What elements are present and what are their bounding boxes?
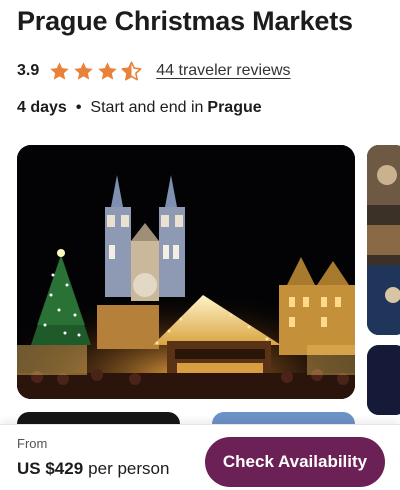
side-photo-bottom[interactable] <box>367 345 400 415</box>
side-photo-top[interactable] <box>367 145 400 335</box>
star-icon <box>98 61 117 80</box>
page-title: Prague Christmas Markets <box>17 6 353 36</box>
rating-row: 3.9 44 traveler reviews <box>17 58 291 84</box>
christmas-market-photo <box>367 145 400 335</box>
photo-gallery[interactable] <box>0 145 400 415</box>
reviews-link[interactable]: 44 traveler reviews <box>156 62 290 80</box>
booking-bar: From US $429 per person Check Availabilit… <box>0 424 400 490</box>
rating-value: 3.9 <box>17 62 40 79</box>
start-end-city: Prague <box>207 99 262 116</box>
star-icon <box>50 61 69 80</box>
star-half-icon <box>121 61 142 80</box>
start-end-label: Start and end in <box>90 99 204 116</box>
check-availability-button[interactable]: Check Availability <box>205 437 385 487</box>
star-icon <box>74 61 93 80</box>
night-photo <box>367 345 400 415</box>
prague-christmas-market-photo <box>17 145 355 399</box>
trip-summary: 4 days • Start and end in Prague <box>17 99 262 117</box>
from-label: From <box>17 436 48 451</box>
star-rating <box>49 61 142 82</box>
price-value: US $429 <box>17 459 84 478</box>
per-person-label: per person <box>88 459 170 478</box>
trip-duration: 4 days <box>17 99 67 116</box>
price-line: US $429 per person <box>17 459 169 479</box>
main-photo[interactable] <box>17 145 355 399</box>
separator-dot: • <box>75 99 82 116</box>
